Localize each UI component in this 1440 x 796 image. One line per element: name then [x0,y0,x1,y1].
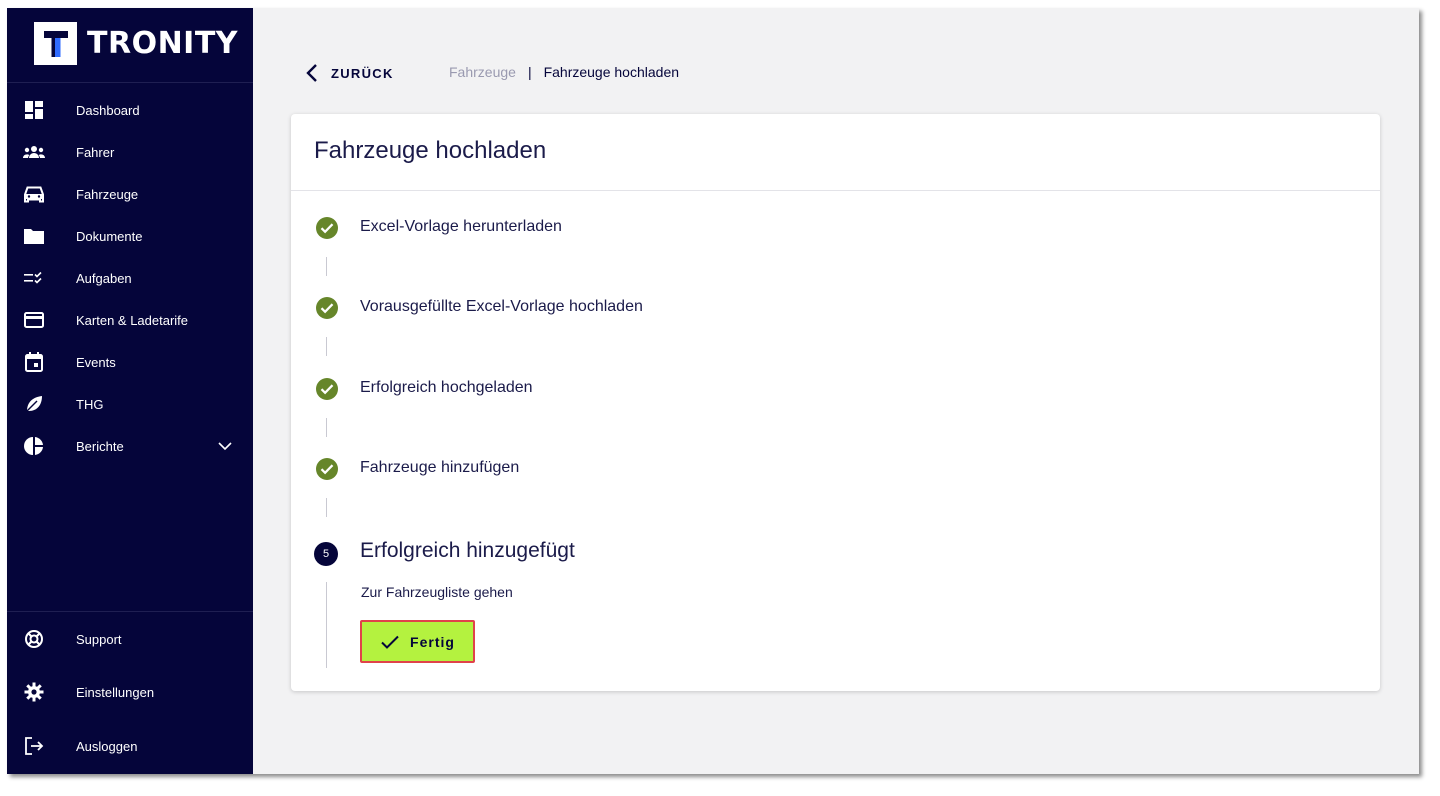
sidebar-item-label: Berichte [76,438,124,454]
sidebar-item-fahrzeuge[interactable]: Fahrzeuge [7,176,253,212]
main-content: ZURÜCK Fahrzeuge | Fahrzeuge hochladen F… [253,8,1419,774]
back-button[interactable]: ZURÜCK [305,62,394,84]
sidebar-item-label: THG [76,396,104,412]
sidebar-item-label: Ausloggen [76,738,138,754]
sidebar-item-aufgaben[interactable]: Aufgaben [7,260,253,296]
calendar-icon [23,352,45,372]
sidebar-item-label: Fahrzeuge [76,186,139,202]
step-connector [326,498,327,517]
fertig-button[interactable]: Fertig [360,620,475,663]
sidebar-item-label: Dokumente [76,228,143,244]
people-icon [23,142,45,162]
sidebar-item-label: Karten & Ladetarife [76,312,189,328]
breadcrumb-parent-link[interactable]: Fahrzeuge [449,64,516,80]
sidebar-item-fahrer[interactable]: Fahrer [7,134,253,170]
sidebar: TRONITY Dashboard Fahrer Fahrzeuge Dokum… [7,8,253,774]
logo-t-icon [43,30,68,57]
lifebuoy-icon [23,629,45,649]
step-connector [326,337,327,356]
logo-mark [34,22,77,65]
sidebar-item-label: Einstellungen [76,684,155,700]
pie-chart-icon [23,436,45,456]
chevron-down-icon[interactable] [217,438,233,454]
step-5-label: Erfolgreich hinzugefügt [360,539,575,562]
check-circle-icon [316,458,338,480]
card-icon [23,310,45,330]
dashboard-icon [23,100,45,120]
step-connector [326,418,327,437]
step-connector [326,257,327,276]
logout-icon [23,736,45,756]
step-3-label: Erfolgreich hochgeladen [360,379,533,396]
sidebar-item-karten[interactable]: Karten & Ladetarife [7,302,253,338]
back-label: ZURÜCK [331,65,394,81]
sidebar-item-dashboard[interactable]: Dashboard [7,92,253,128]
step-1-label: Excel-Vorlage herunterladen [360,218,562,235]
app-window: TRONITY Dashboard Fahrer Fahrzeuge Dokum… [7,8,1419,774]
sidebar-item-label: Dashboard [76,102,140,118]
step-2-label: Vorausgefüllte Excel-Vorlage hochladen [360,298,643,315]
breadcrumb-current: Fahrzeuge hochladen [543,64,680,80]
check-circle-icon [316,297,338,319]
chevron-left-icon [306,64,317,82]
step-5-number: 5 [314,542,338,566]
fertig-button-label: Fertig [410,633,455,650]
upload-card: Fahrzeuge hochladen Excel-Vorlage herunt… [291,114,1380,691]
card-header: Fahrzeuge hochladen [291,114,1380,191]
brand-name: TRONITY [87,26,239,61]
folder-icon [23,226,45,246]
step-4-label: Fahrzeuge hinzufügen [360,459,520,476]
leaf-icon [23,394,45,414]
sidebar-item-einstellungen[interactable]: Einstellungen [7,674,253,710]
car-icon [23,184,45,204]
sidebar-item-berichte[interactable]: Berichte [7,428,253,464]
gear-icon [23,682,45,702]
sidebar-item-label: Support [76,631,122,647]
sidebar-item-thg[interactable]: THG [7,386,253,422]
brand-logo[interactable]: TRONITY [7,8,253,83]
breadcrumb: Fahrzeuge | Fahrzeuge hochladen [449,64,679,80]
sidebar-item-events[interactable]: Events [7,344,253,380]
sidebar-item-dokumente[interactable]: Dokumente [7,218,253,254]
sidebar-item-label: Events [76,354,116,370]
step-connector [326,582,327,668]
check-icon [381,635,399,649]
sidebar-item-support[interactable]: Support [7,621,253,657]
page-title: Fahrzeuge hochladen [314,137,547,164]
checklist-icon [23,268,45,288]
breadcrumb-separator: | [527,64,532,80]
step-5-description: Zur Fahrzeugliste gehen [361,584,513,600]
check-circle-icon [316,378,338,400]
sidebar-item-label: Aufgaben [76,270,132,286]
sidebar-item-ausloggen[interactable]: Ausloggen [7,728,253,764]
sidebar-divider [7,611,253,612]
check-circle-icon [316,217,338,239]
sidebar-item-label: Fahrer [76,144,115,160]
